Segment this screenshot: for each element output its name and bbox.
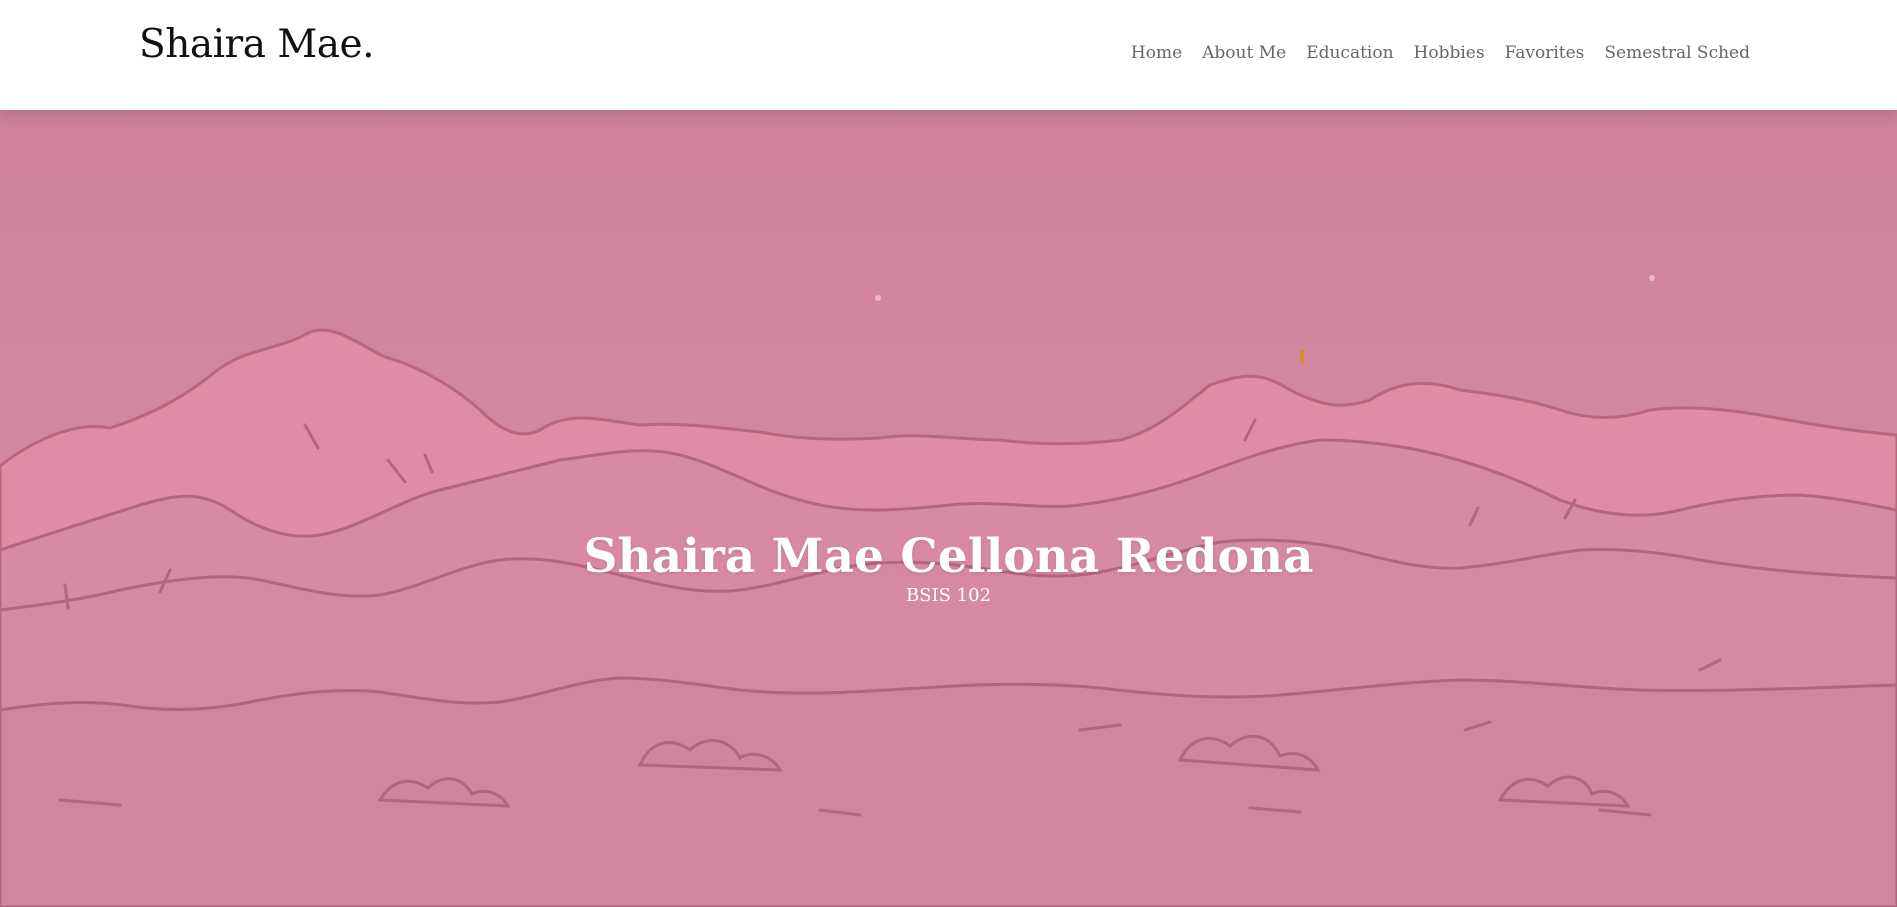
main-nav: Home About Me Education Hobbies Favorite… bbox=[1131, 43, 1750, 63]
accent-marker bbox=[1300, 350, 1304, 364]
star-dot bbox=[1649, 275, 1655, 281]
star-dot bbox=[875, 295, 881, 301]
hero-section: Shaira Mae Cellona Redona BSIS 102 bbox=[0, 110, 1897, 907]
nav-favorites[interactable]: Favorites bbox=[1505, 43, 1585, 63]
nav-about-me[interactable]: About Me bbox=[1202, 43, 1286, 63]
site-header: Shaira Mae. Home About Me Education Hobb… bbox=[0, 0, 1897, 110]
hero-subtitle: BSIS 102 bbox=[905, 585, 992, 606]
hero-title: Shaira Mae Cellona Redona bbox=[583, 529, 1314, 585]
hero-background-illustration bbox=[0, 110, 1897, 907]
brand-logo-link[interactable]: Shaira Mae. bbox=[139, 22, 375, 67]
nav-education[interactable]: Education bbox=[1306, 43, 1393, 63]
nav-home[interactable]: Home bbox=[1131, 43, 1182, 63]
nav-hobbies[interactable]: Hobbies bbox=[1414, 43, 1485, 63]
nav-semestral-sched[interactable]: Semestral Sched bbox=[1604, 43, 1750, 63]
